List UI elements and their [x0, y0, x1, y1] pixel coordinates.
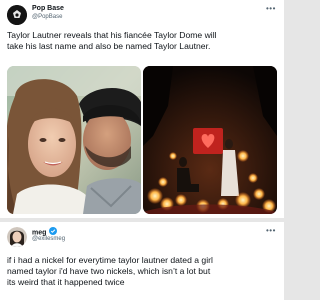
couple-kiss-photo[interactable]: [7, 66, 141, 214]
tweet-text-line: named taylor i'd have two nickels, which…: [7, 266, 211, 276]
tweet-text-line: if i had a nickel for everytime taylor l…: [7, 255, 213, 265]
proposal-candles-image: [143, 66, 277, 214]
couple-kiss-image: [7, 66, 141, 214]
tweet-text: Taylor Lautner reveals that his fiancée …: [7, 30, 282, 52]
tweet-text-line: its weird that it happened twice: [7, 277, 125, 287]
tweet-text: if i had a nickel for everytime taylor l…: [7, 255, 282, 288]
more-dots-icon[interactable]: •••: [266, 226, 276, 235]
popbase-logo-icon: [7, 5, 27, 25]
proposal-candles-photo[interactable]: [143, 66, 277, 214]
meg-avatar[interactable]: [7, 227, 27, 247]
more-dots-icon[interactable]: •••: [266, 4, 276, 13]
author-name[interactable]: Pop Base: [32, 5, 64, 13]
tweet-card-meg: meg @exilesmeg ••• if i had a nickel for…: [0, 222, 284, 300]
author-handle[interactable]: @PopBase: [32, 14, 62, 21]
tweet-card-popbase: Pop Base @PopBase ••• Taylor Lautner rev…: [0, 0, 284, 218]
meg-avatar-image: [7, 227, 27, 247]
tweet-text-line: take his last name and also be named Tay…: [7, 41, 211, 51]
popbase-avatar[interactable]: [7, 5, 27, 25]
author-handle[interactable]: @exilesmeg: [32, 236, 65, 243]
tweet-text-line: Taylor Lautner reveals that his fiancée …: [7, 30, 217, 40]
